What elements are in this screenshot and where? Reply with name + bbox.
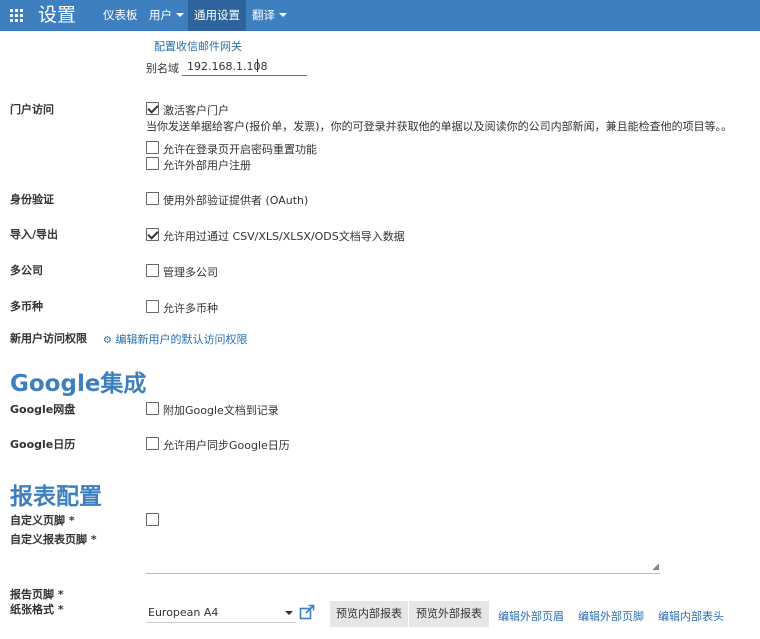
- configure-mail-gateway-link[interactable]: 配置收信邮件网关: [154, 38, 242, 54]
- chevron-down-icon: [279, 13, 287, 17]
- gears-icon: ⚙: [103, 335, 112, 346]
- edit-default-access-link[interactable]: ⚙ 编辑新用户的默认访问权限: [103, 331, 247, 347]
- text-cursor: [257, 59, 258, 72]
- menu-translations-label: 翻译: [252, 8, 275, 22]
- multi-currency-checkbox[interactable]: [146, 300, 159, 313]
- google-calendar-label: Google日历: [10, 438, 76, 451]
- dropdown-arrow-icon: [285, 611, 293, 615]
- oauth-checkbox[interactable]: [146, 192, 159, 205]
- alias-domain-label: 别名域: [146, 62, 179, 75]
- menu-dashboard[interactable]: 仪表板: [97, 0, 144, 31]
- multi-currency-option-label: 允许多币种: [163, 302, 218, 315]
- paper-format-select[interactable]: European A4: [146, 603, 296, 623]
- google-section-heading: Google集成: [10, 371, 147, 397]
- paper-format-label: 纸张格式 *: [10, 603, 64, 616]
- preview-external-report-button[interactable]: 预览外部报表: [409, 601, 489, 627]
- preview-internal-report-button[interactable]: 预览内部报表: [330, 601, 408, 627]
- portal-access-label: 门户访问: [10, 103, 54, 116]
- password-reset-checkbox[interactable]: [146, 141, 159, 154]
- menu-dashboard-label: 仪表板: [103, 8, 138, 22]
- oauth-option-label: 使用外部验证提供者 (OAuth): [163, 194, 309, 207]
- report-footer-textarea[interactable]: ◢: [146, 534, 660, 574]
- alias-domain-input[interactable]: 192.168.1.108: [182, 56, 307, 76]
- authentication-label: 身份验证: [10, 193, 54, 206]
- custom-report-footer-label: 自定义报表页脚 *: [10, 533, 97, 546]
- menu-translations[interactable]: 翻译: [246, 0, 293, 31]
- custom-footer-checkbox[interactable]: [146, 513, 159, 526]
- report-footer-label: 报告页脚 *: [10, 588, 64, 601]
- google-calendar-option-label: 允许用户同步Google日历: [163, 439, 290, 452]
- google-calendar-checkbox[interactable]: [146, 437, 159, 450]
- apps-grid-icon[interactable]: [10, 9, 24, 23]
- menu-users[interactable]: 用户: [143, 0, 190, 31]
- paper-format-value: European A4: [148, 606, 219, 619]
- import-export-label: 导入/导出: [10, 228, 59, 241]
- menu-general-settings[interactable]: 通用设置: [188, 0, 246, 31]
- edit-internal-header-link[interactable]: 编辑内部表头: [658, 608, 724, 624]
- edit-external-footer-link[interactable]: 编辑外部页脚: [578, 608, 644, 624]
- multi-company-checkbox[interactable]: [146, 264, 159, 277]
- external-signup-option-label: 允许外部用户注册: [163, 159, 251, 172]
- menu-general-settings-label: 通用设置: [194, 8, 240, 22]
- google-drive-label: Google网盘: [10, 403, 76, 416]
- password-reset-option-label: 允许在登录页开启密码重置功能: [163, 143, 317, 156]
- edit-external-header-link[interactable]: 编辑外部页眉: [498, 608, 564, 624]
- edit-default-access-label: 编辑新用户的默认访问权限: [115, 333, 248, 346]
- resize-handle-icon[interactable]: ◢: [652, 563, 659, 572]
- alias-domain-value: 192.168.1.108: [187, 60, 268, 73]
- multi-currency-label: 多币种: [10, 300, 43, 313]
- top-navbar: 设置 仪表板 用户 通用设置 翻译: [0, 0, 760, 31]
- google-drive-checkbox[interactable]: [146, 402, 159, 415]
- multi-company-label: 多公司: [10, 264, 43, 277]
- enable-portal-option-label: 激活客户门户: [163, 104, 229, 117]
- external-link-icon[interactable]: [299, 604, 315, 620]
- multi-company-option-label: 管理多公司: [163, 266, 218, 279]
- new-user-access-label: 新用户访问权限: [10, 332, 87, 345]
- enable-portal-checkbox[interactable]: [146, 102, 159, 115]
- portal-description: 当你发送单据给客户(报价单，发票)，你的可登录并获取他的单据以及阅读你的公司内部…: [146, 120, 733, 133]
- menu-users-label: 用户: [149, 8, 172, 22]
- custom-footer-label: 自定义页脚 *: [10, 514, 75, 527]
- google-drive-option-label: 附加Google文档到记录: [163, 404, 279, 417]
- import-data-checkbox[interactable]: [146, 228, 159, 241]
- import-data-option-label: 允许用过通过 CSV/XLS/XLSX/ODS文档导入数据: [163, 230, 405, 243]
- chevron-down-icon: [176, 13, 184, 17]
- external-signup-checkbox[interactable]: [146, 157, 159, 170]
- app-title: 设置: [38, 4, 77, 26]
- report-section-heading: 报表配置: [10, 484, 102, 510]
